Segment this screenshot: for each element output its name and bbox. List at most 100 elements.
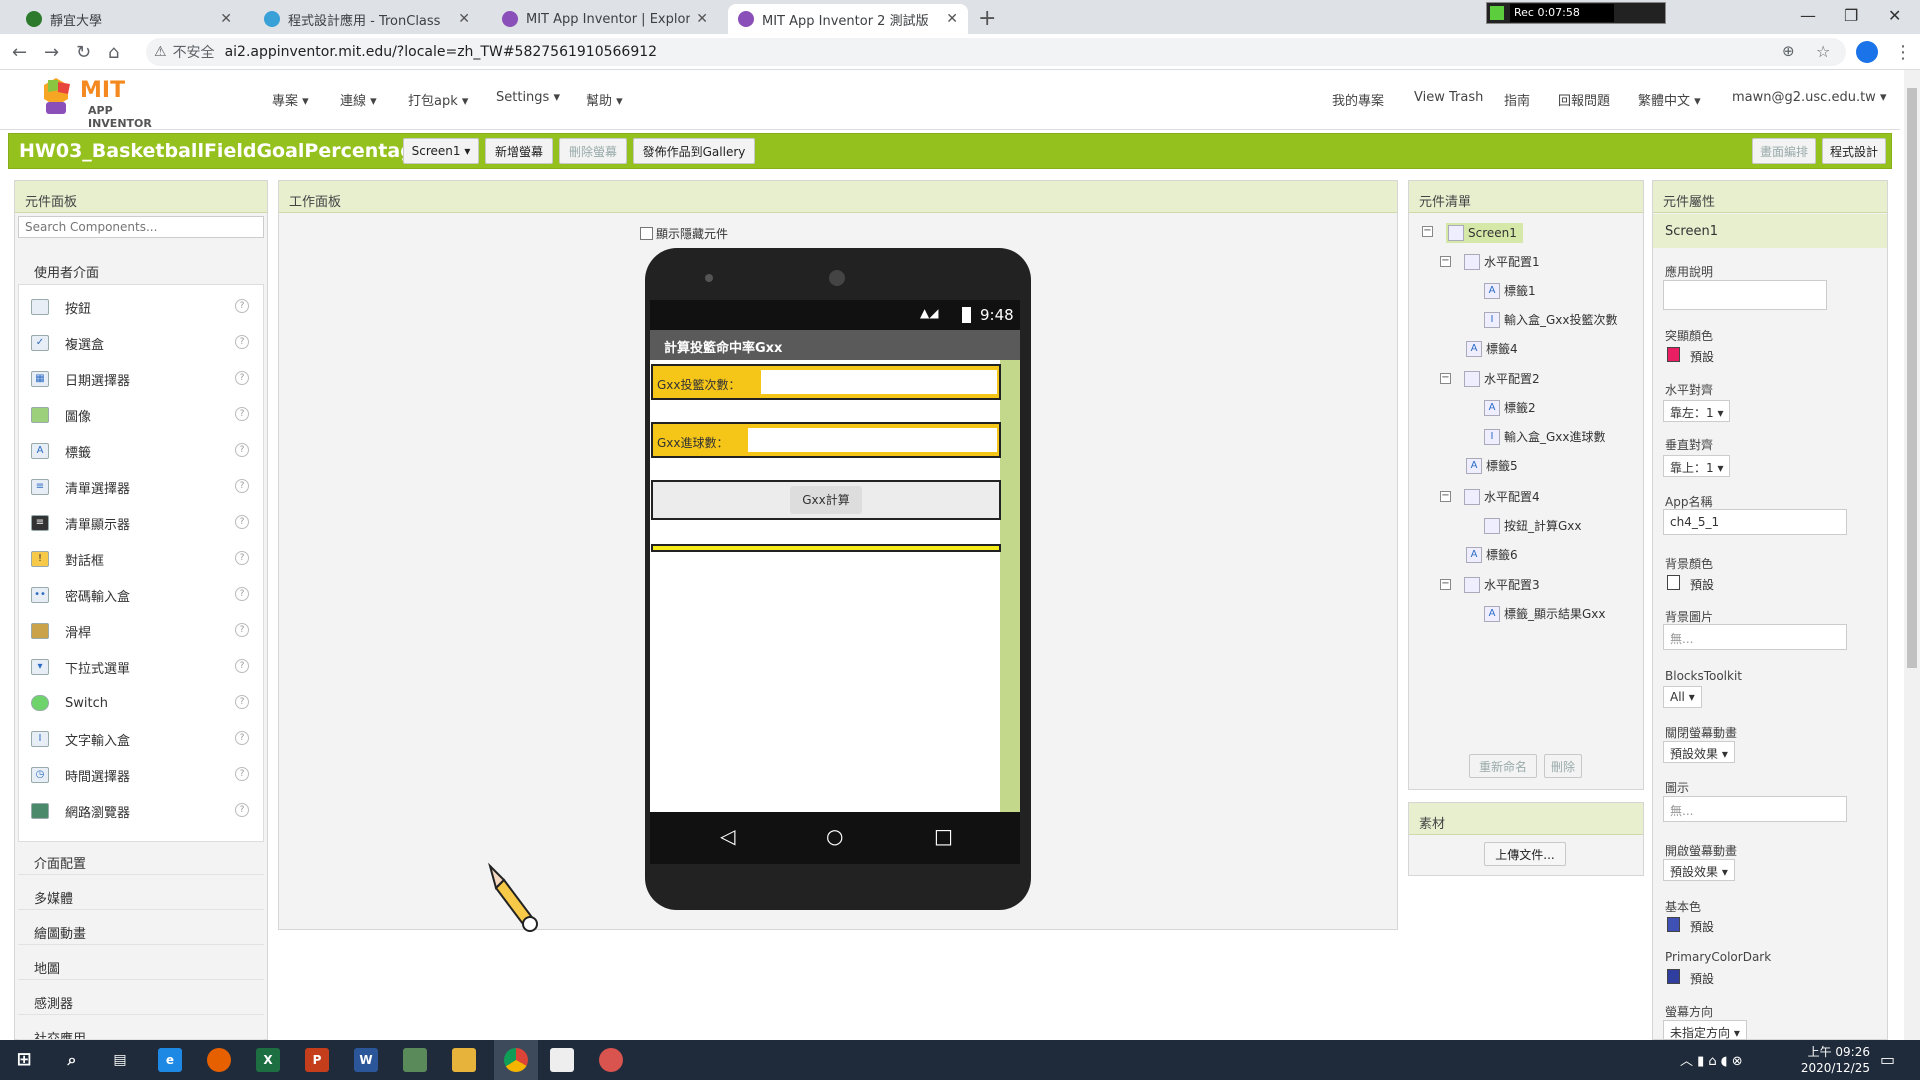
new-tab-button[interactable]: + [978, 6, 996, 31]
designer-button[interactable]: 畫面編排 [1752, 138, 1816, 164]
collapse-toggle[interactable]: − [1440, 373, 1451, 384]
palette-item-slider[interactable]: 滑桿? [19, 613, 265, 649]
tree-horizontal-arrangement-3[interactable]: 水平配置3 [1464, 576, 1540, 593]
palette-item-image[interactable]: 圖像? [19, 397, 265, 433]
page-scrollbar[interactable] [1904, 70, 1920, 1040]
collapse-toggle[interactable]: − [1440, 579, 1451, 590]
url-field[interactable]: ⚠ 不安全 ai2.appinventor.mit.edu/?locale=zh… [146, 38, 1846, 66]
publish-gallery-button[interactable]: 發佈作品到Gallery [633, 138, 755, 164]
tree-label-result[interactable]: A 標籤_顯示結果Gxx [1484, 605, 1606, 622]
collapse-toggle[interactable]: − [1440, 491, 1451, 502]
word-icon[interactable]: W [354, 1048, 378, 1072]
palette-item-notifier[interactable]: ! 對話框? [19, 541, 265, 577]
menu-settings[interactable]: Settings ▾ [496, 90, 560, 105]
collapse-toggle[interactable]: − [1422, 226, 1433, 237]
photos-icon[interactable] [403, 1048, 427, 1072]
clock-date[interactable]: 2020/12/25 [1790, 1061, 1870, 1075]
menu-build[interactable]: 打包apk ▾ [408, 90, 468, 109]
windows-start-icon[interactable]: ⊞ [12, 1048, 36, 1072]
close-tab-icon[interactable]: ✕ [220, 11, 232, 27]
system-tray-icons[interactable]: ︿ ▮ ⌂ ◖ ⊗ [1680, 1050, 1743, 1069]
palette-item-textbox[interactable]: I 文字輸入盒? [19, 721, 265, 757]
tree-label4[interactable]: A 標籤4 [1466, 340, 1518, 357]
attempts-textbox[interactable] [761, 370, 997, 394]
delete-button[interactable]: 刪除 [1544, 754, 1582, 778]
paint-icon[interactable] [550, 1048, 574, 1072]
menu-project[interactable]: 專案 ▾ [272, 90, 309, 109]
icon-input[interactable]: 無... [1663, 796, 1847, 822]
palette-item-button[interactable]: 按鈕? [19, 289, 265, 325]
powerpoint-icon[interactable]: P [305, 1048, 329, 1072]
collapse-toggle[interactable]: − [1440, 256, 1451, 267]
background-color-swatch[interactable] [1667, 575, 1680, 590]
nav-back-icon[interactable]: ◁ [720, 824, 735, 848]
help-icon[interactable]: ? [235, 623, 249, 637]
tab-tronclass[interactable]: 程式設計應用 - TronClass ✕ [254, 4, 480, 34]
language-menu[interactable]: 繁體中文 ▾ [1638, 90, 1701, 109]
primary-color-dark-value[interactable]: 預設 [1690, 970, 1714, 987]
about-textarea[interactable] [1663, 280, 1827, 310]
tree-label5[interactable]: A 標籤5 [1466, 457, 1518, 474]
upload-file-button[interactable]: 上傳文件... [1484, 842, 1566, 866]
my-projects-link[interactable]: 我的專案 [1332, 90, 1384, 109]
tree-label1[interactable]: A 標籤1 [1484, 282, 1536, 299]
zoom-icon[interactable]: ⊕ [1782, 42, 1795, 60]
tree-screen1[interactable]: Screen1 [1446, 223, 1523, 243]
view-trash-link[interactable]: View Trash [1414, 90, 1483, 105]
background-image-input[interactable]: 無... [1663, 624, 1847, 650]
category-layout[interactable]: 介面配置 [18, 845, 264, 875]
help-icon[interactable]: ? [235, 335, 249, 349]
screen-scrollbar[interactable] [1000, 360, 1020, 812]
tree-horizontal-arrangement-4[interactable]: 水平配置4 [1464, 488, 1540, 505]
align-vertical-dropdown[interactable]: 靠上：1 ▾ [1663, 455, 1731, 477]
category-maps[interactable]: 地圖 [18, 950, 264, 980]
help-icon[interactable]: ? [235, 587, 249, 601]
palette-item-passwordtextbox[interactable]: •• 密碼輸入盒? [19, 577, 265, 613]
firefox-icon[interactable] [207, 1048, 231, 1072]
tab-app-inventor[interactable]: MIT App Inventor 2 測試版 ✕ [728, 4, 968, 34]
edge-icon[interactable]: e [158, 1048, 182, 1072]
account-menu[interactable]: mawn@g2.usc.edu.tw ▾ [1732, 90, 1886, 105]
palette-item-timepicker[interactable]: ◷ 時間選擇器? [19, 757, 265, 793]
restore-icon[interactable]: ❐ [1844, 6, 1858, 25]
category-media[interactable]: 多媒體 [18, 880, 264, 910]
tab-explore-mit[interactable]: MIT App Inventor | Explore MIT ✕ [492, 4, 718, 34]
palette-item-switch[interactable]: Switch? [19, 685, 265, 721]
open-animation-dropdown[interactable]: 預設效果 ▾ [1663, 859, 1735, 881]
palette-item-checkbox[interactable]: ✓ 複選盒? [19, 325, 265, 361]
primary-color-swatch[interactable] [1667, 917, 1680, 932]
tree-textbox-made[interactable]: I 輸入盒_Gxx進球數 [1484, 428, 1606, 445]
made-textbox[interactable] [748, 428, 997, 452]
primary-color-dark-swatch[interactable] [1667, 969, 1680, 984]
help-icon[interactable]: ? [235, 803, 249, 817]
help-icon[interactable]: ? [235, 551, 249, 565]
report-issue-link[interactable]: 回報問題 [1558, 90, 1610, 109]
recorder-app-icon[interactable] [599, 1048, 623, 1072]
kebab-menu-icon[interactable]: ⋮ [1894, 42, 1912, 63]
help-icon[interactable]: ? [235, 767, 249, 781]
orientation-dropdown[interactable]: 未指定方向 ▾ [1663, 1020, 1747, 1040]
profile-avatar[interactable] [1856, 41, 1878, 63]
blocks-button[interactable]: 程式設計 [1822, 138, 1886, 164]
add-screen-button[interactable]: 新增螢幕 [485, 138, 553, 164]
close-tab-icon[interactable]: ✕ [696, 11, 708, 27]
guide-link[interactable]: 指南 [1504, 90, 1530, 109]
help-icon[interactable]: ? [235, 299, 249, 313]
show-hidden-checkbox[interactable] [640, 227, 653, 240]
close-tab-icon[interactable]: ✕ [458, 11, 470, 27]
minimize-icon[interactable]: — [1800, 6, 1816, 25]
tab-usc[interactable]: 靜宜大學 ✕ [16, 4, 242, 34]
category-drawing[interactable]: 繪圖動畫 [18, 915, 264, 945]
accent-color-value[interactable]: 預設 [1690, 348, 1714, 365]
primary-color-value[interactable]: 預設 [1690, 918, 1714, 935]
home-icon[interactable]: ⌂ [108, 42, 119, 63]
tree-horizontal-arrangement-1[interactable]: 水平配置1 [1464, 253, 1540, 270]
chrome-taskbar-active[interactable] [494, 1040, 538, 1080]
tree-textbox-attempts[interactable]: I 輸入盒_Gxx投籃次數 [1484, 311, 1618, 328]
help-icon[interactable]: ? [235, 479, 249, 493]
help-icon[interactable]: ? [235, 407, 249, 421]
tree-button-calculate[interactable]: 按鈕_計算Gxx [1484, 517, 1582, 534]
tree-label2[interactable]: A 標籤2 [1484, 399, 1536, 416]
nav-recent-icon[interactable]: □ [934, 824, 953, 848]
file-explorer-icon[interactable] [452, 1048, 476, 1072]
